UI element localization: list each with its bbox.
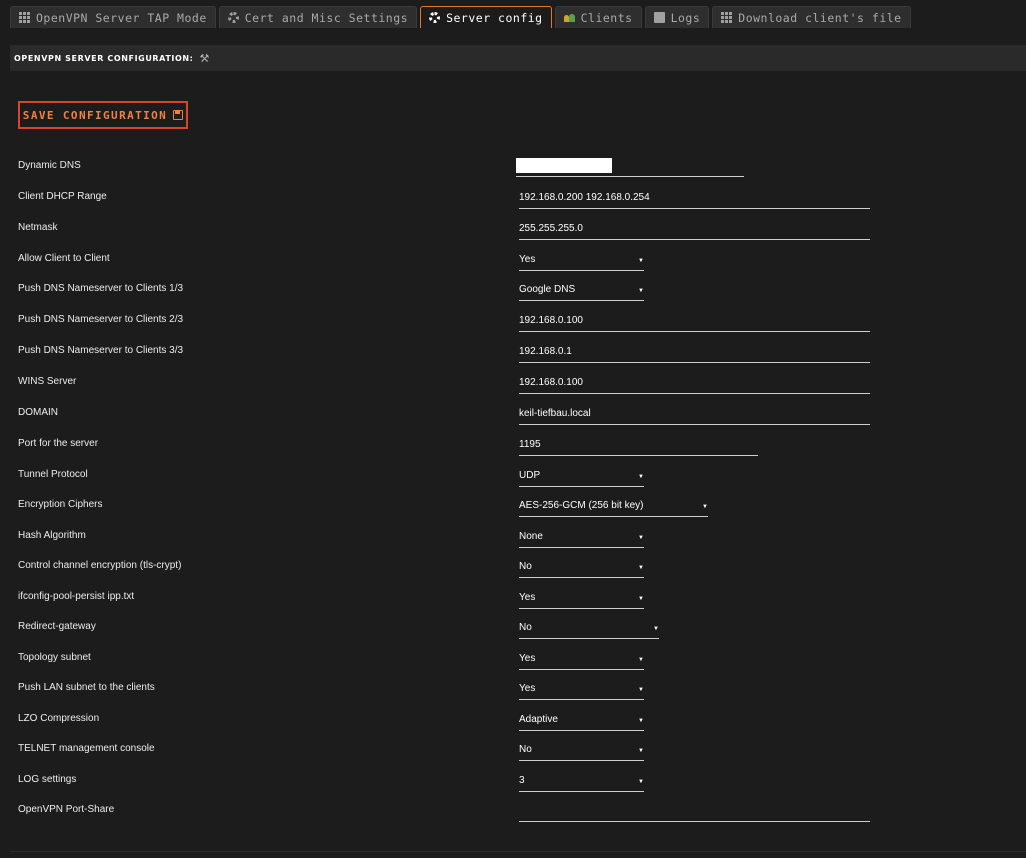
tab-server-config[interactable]: Server config: [420, 6, 552, 28]
field-label: OpenVPN Port-Share: [18, 804, 115, 815]
form-row-push-lan-subnet: Push LAN subnet to the clients Yes: [0, 682, 1026, 712]
form-row-tunnel-protocol: Tunnel Protocol UDP: [0, 469, 1026, 499]
tab-label: Clients: [580, 10, 633, 25]
dynamic-dns-input[interactable]: [516, 158, 612, 173]
tab-label: Cert and Misc Settings: [244, 10, 409, 25]
field-label: LZO Compression: [18, 713, 100, 724]
tab-label: Server config: [446, 10, 543, 25]
users-icon: [563, 12, 575, 23]
tab-logs[interactable]: Logs: [644, 6, 710, 28]
save-button-label: SAVE CONFIGURATION: [22, 108, 168, 122]
form-row-push-dns-2: Push DNS Nameserver to Clients 2/3 192.1…: [0, 314, 1026, 344]
allow-client-to-client-select[interactable]: Yes: [519, 253, 644, 271]
tab-label: Logs: [670, 10, 701, 25]
redirect-gateway-select[interactable]: No: [519, 621, 659, 639]
wins-server-input[interactable]: 192.168.0.100: [519, 376, 870, 394]
field-label: Dynamic DNS: [18, 160, 81, 171]
client-dhcp-range-input[interactable]: 192.168.0.200 192.168.0.254: [519, 191, 870, 209]
ifconfig-pool-persist-select[interactable]: Yes: [519, 591, 644, 609]
field-label: Push DNS Nameserver to Clients 1/3: [18, 283, 184, 294]
floppy-disk-icon: [173, 110, 184, 120]
field-label: WINS Server: [18, 376, 77, 387]
log-settings-select[interactable]: 3: [519, 774, 644, 792]
gear-icon: [429, 12, 441, 23]
tls-crypt-select[interactable]: No: [519, 560, 644, 578]
tab-download-clients-file[interactable]: Download client's file: [712, 6, 911, 28]
tab-bar: OpenVPN Server TAP Mode Cert and Misc Se…: [10, 6, 911, 28]
lzo-compression-select[interactable]: Adaptive: [519, 713, 644, 731]
port-share-input[interactable]: [519, 804, 870, 822]
section-title: OPENVPN SERVER CONFIGURATION:: [14, 53, 194, 63]
form-row-tls-crypt: Control channel encryption (tls-crypt) N…: [0, 560, 1026, 590]
field-label: ifconfig-pool-persist ipp.txt: [18, 591, 135, 602]
netmask-input[interactable]: 255.255.255.0: [519, 222, 870, 240]
field-label: Push DNS Nameserver to Clients 3/3: [18, 345, 184, 356]
domain-input[interactable]: keil-tiefbau.local: [519, 407, 870, 425]
dynamic-dns-underline: [516, 176, 744, 177]
field-label: DOMAIN: [18, 407, 58, 418]
form-row-topology-subnet: Topology subnet Yes: [0, 652, 1026, 682]
tab-clients[interactable]: Clients: [554, 6, 642, 28]
form-row-push-dns-3: Push DNS Nameserver to Clients 3/3 192.1…: [0, 345, 1026, 375]
field-label: Topology subnet: [18, 652, 91, 663]
field-label: Encryption Ciphers: [18, 499, 103, 510]
tab-cert-and-misc-settings[interactable]: Cert and Misc Settings: [218, 6, 418, 28]
grid-icon: [19, 12, 30, 23]
form-row-lzo-compression: LZO Compression Adaptive: [0, 713, 1026, 743]
field-label: Redirect-gateway: [18, 621, 96, 632]
tab-label: Download client's file: [738, 10, 902, 25]
field-label: TELNET management console: [18, 743, 155, 754]
tools-icon: ⚒: [199, 51, 210, 65]
field-label: Client DHCP Range: [18, 191, 107, 202]
form-row-wins-server: WINS Server 192.168.0.100: [0, 376, 1026, 406]
gear-icon: [227, 12, 239, 23]
field-label: LOG settings: [18, 774, 77, 785]
form-row-push-dns-1: Push DNS Nameserver to Clients 1/3 Googl…: [0, 283, 1026, 313]
push-dns-1-select[interactable]: Google DNS: [519, 283, 644, 301]
save-configuration-button[interactable]: SAVE CONFIGURATION: [18, 101, 188, 129]
grid-icon: [721, 12, 733, 23]
push-dns-2-input[interactable]: 192.168.0.100: [519, 314, 870, 332]
push-lan-subnet-select[interactable]: Yes: [519, 682, 644, 700]
field-label: Port for the server: [18, 438, 99, 449]
field-label: Tunnel Protocol: [18, 469, 88, 480]
encryption-ciphers-select[interactable]: AES-256-GCM (256 bit key): [519, 499, 708, 517]
form-row-encryption-ciphers: Encryption Ciphers AES-256-GCM (256 bit …: [0, 499, 1026, 529]
topology-subnet-select[interactable]: Yes: [519, 652, 644, 670]
tab-openvpn-server-tap-mode[interactable]: OpenVPN Server TAP Mode: [10, 6, 216, 28]
telnet-console-select[interactable]: No: [519, 743, 644, 761]
form-row-redirect-gateway: Redirect-gateway No: [0, 621, 1026, 651]
tab-label: OpenVPN Server TAP Mode: [36, 10, 207, 25]
form-row-hash-algorithm: Hash Algorithm None: [0, 530, 1026, 560]
field-label: Netmask: [18, 222, 58, 233]
push-dns-3-input[interactable]: 192.168.0.1: [519, 345, 870, 363]
bottom-divider: [10, 851, 1026, 852]
form-row-domain: DOMAIN keil-tiefbau.local: [0, 407, 1026, 437]
form-row-dynamic-dns: Dynamic DNS: [0, 160, 1026, 190]
form-row-netmask: Netmask 255.255.255.0: [0, 222, 1026, 252]
field-label: Hash Algorithm: [18, 530, 86, 541]
field-label: Allow Client to Client: [18, 253, 110, 264]
form-row-ifconfig-pool-persist: ifconfig-pool-persist ipp.txt Yes: [0, 591, 1026, 621]
form-row-port-share: OpenVPN Port-Share: [0, 804, 1026, 834]
form-row-allow-client-to-client: Allow Client to Client Yes: [0, 253, 1026, 283]
field-label: Push LAN subnet to the clients: [18, 682, 155, 693]
server-port-input[interactable]: 1195: [519, 438, 758, 456]
form-row-server-port: Port for the server 1195: [0, 438, 1026, 468]
form-row-telnet-console: TELNET management console No: [0, 743, 1026, 773]
form-row-log-settings: LOG settings 3: [0, 774, 1026, 804]
field-label: Push DNS Nameserver to Clients 2/3: [18, 314, 184, 325]
field-label: Control channel encryption (tls-crypt): [18, 560, 182, 571]
hash-algorithm-select[interactable]: None: [519, 530, 644, 548]
form-row-client-dhcp-range: Client DHCP Range 192.168.0.200 192.168.…: [0, 191, 1026, 221]
document-icon: [653, 12, 665, 23]
section-header: OPENVPN SERVER CONFIGURATION: ⚒: [10, 45, 1026, 71]
tunnel-protocol-select[interactable]: UDP: [519, 469, 644, 487]
